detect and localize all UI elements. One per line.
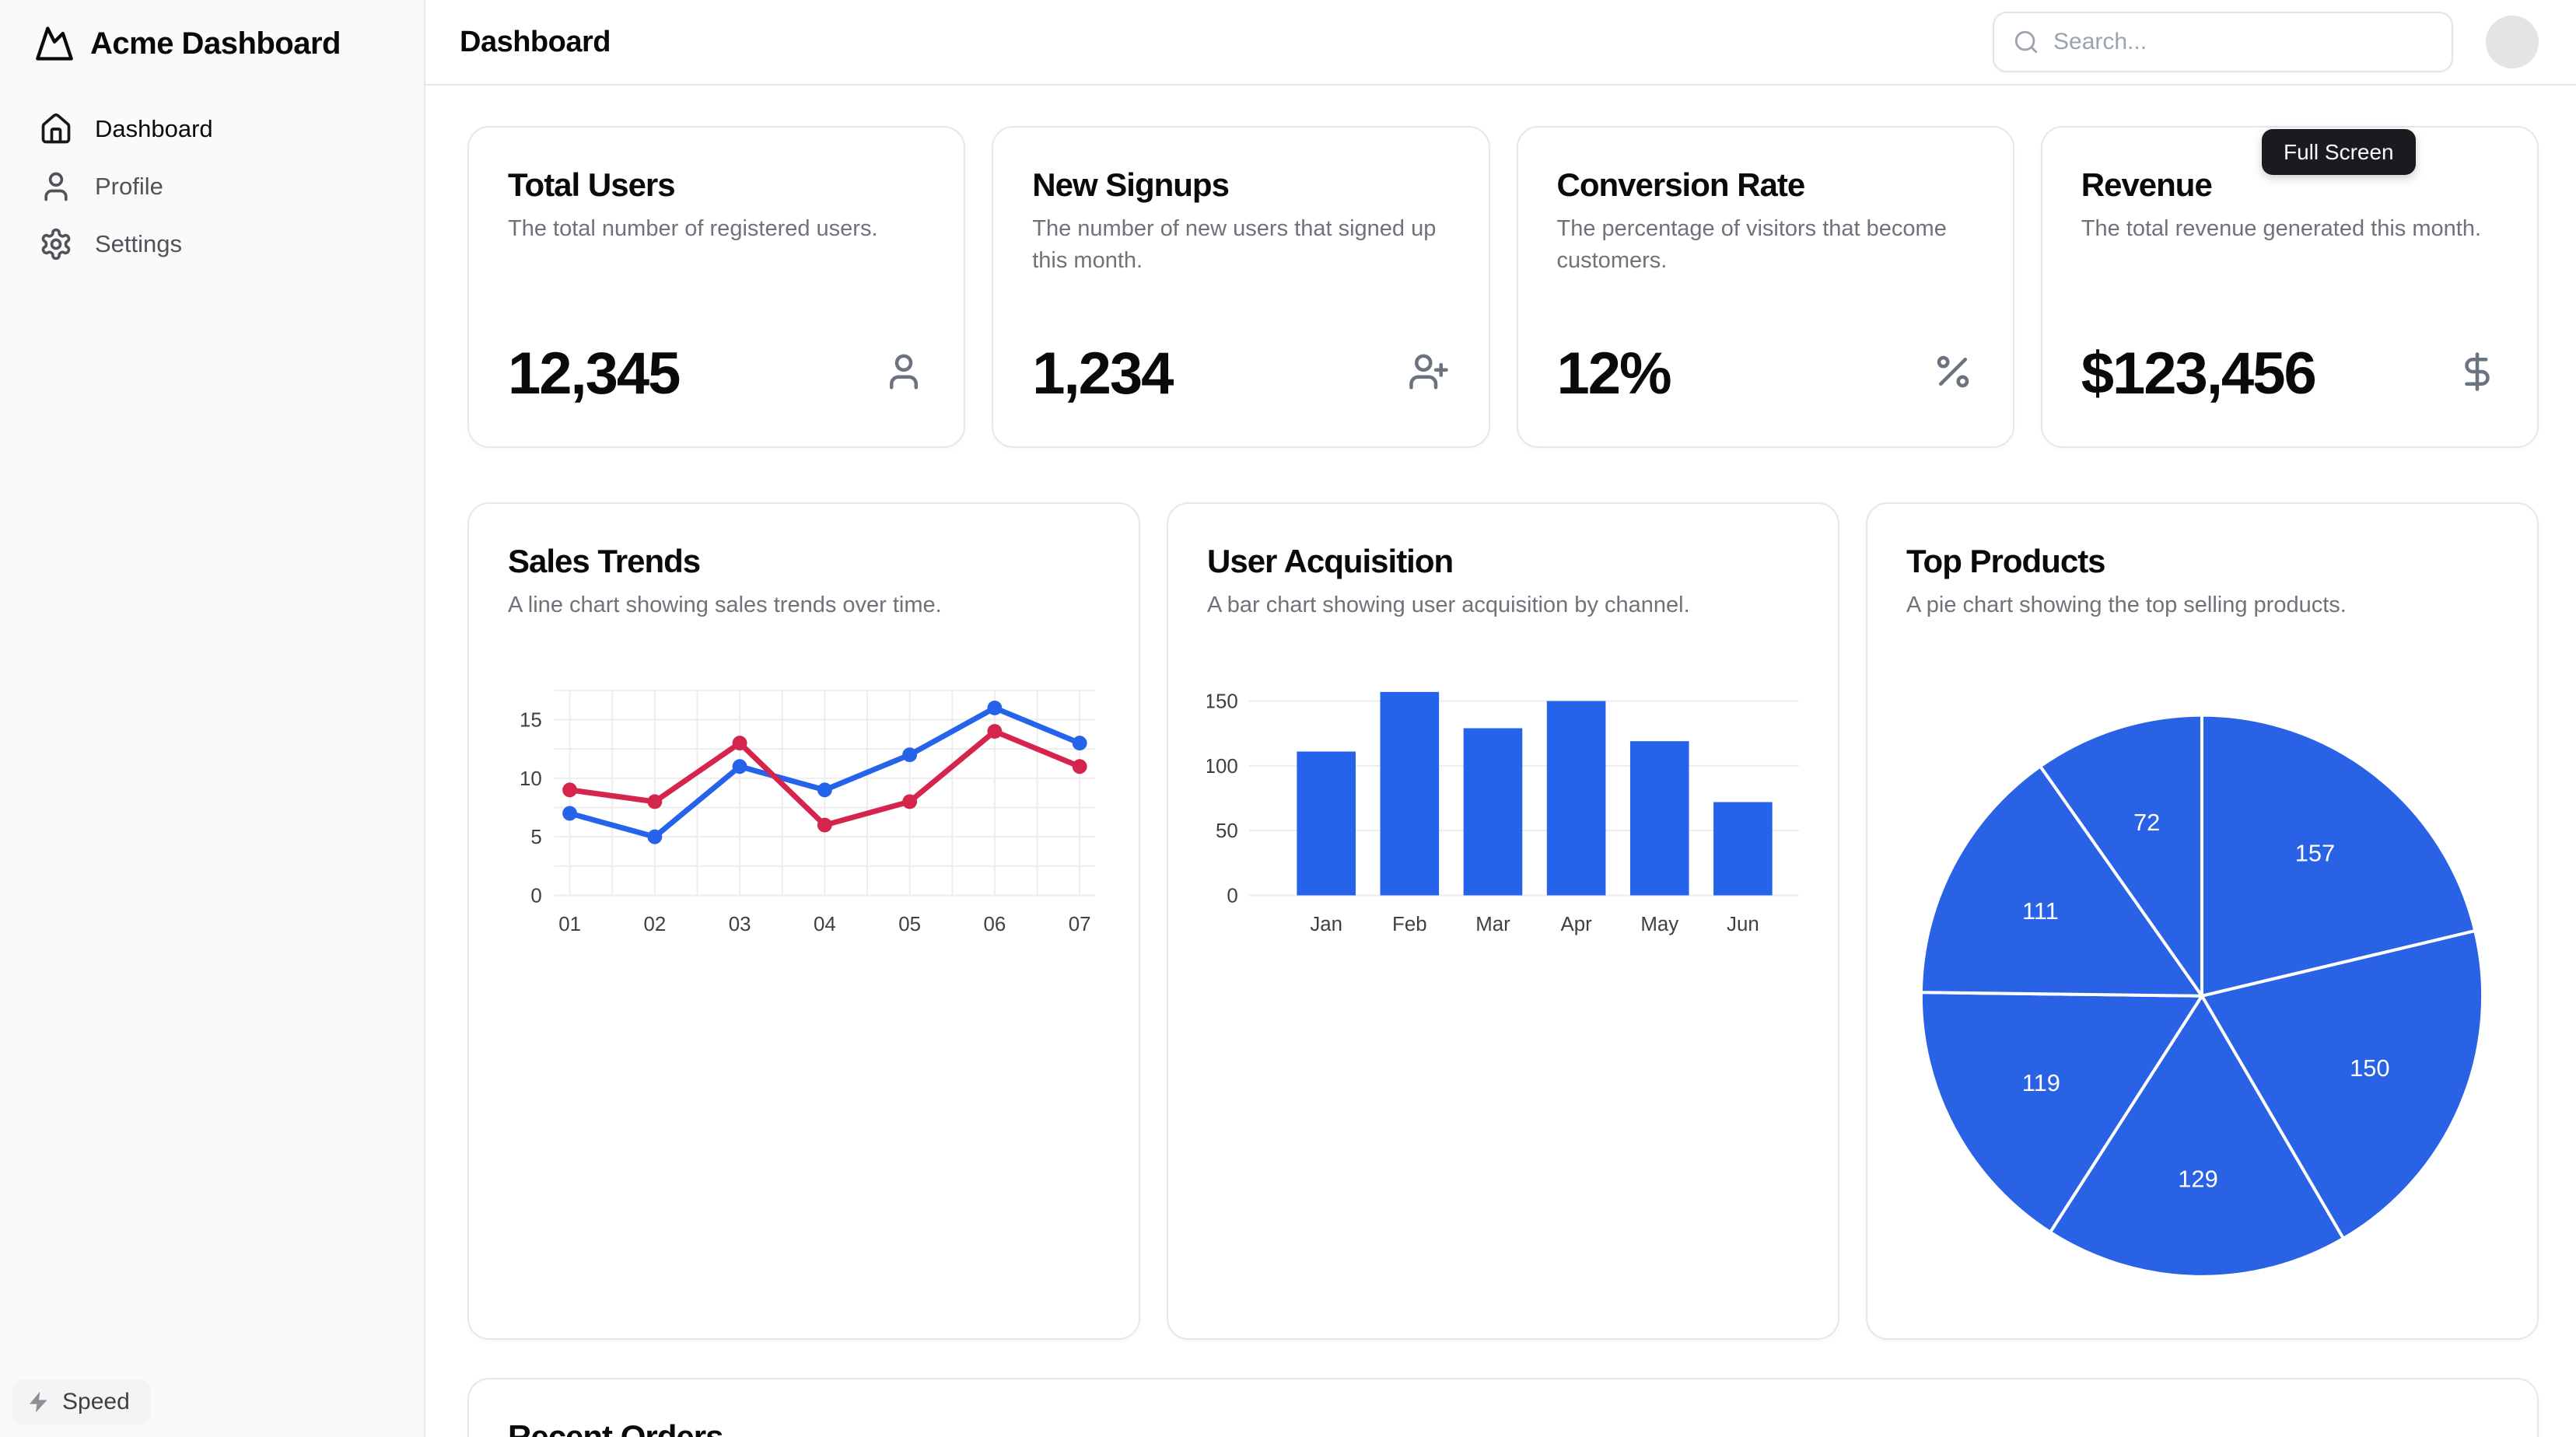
svg-text:0: 0	[1227, 886, 1237, 907]
svg-text:Jun: Jun	[1727, 914, 1759, 935]
stat-value: 12,345	[508, 340, 679, 407]
svg-text:Feb: Feb	[1392, 914, 1427, 935]
stat-description: The total revenue generated this month.	[2081, 213, 2498, 245]
dashboard-content: Total Users The total number of register…	[425, 86, 2576, 1437]
dollar-icon	[2456, 351, 2498, 397]
svg-text:72: 72	[2133, 809, 2160, 836]
full-screen-tooltip: Full Screen	[2262, 129, 2416, 175]
sales-trends-card: Sales Trends A line chart showing sales …	[467, 502, 1140, 1340]
chart-title: Sales Trends	[508, 543, 1100, 580]
home-icon	[39, 112, 73, 146]
svg-text:150: 150	[2350, 1054, 2389, 1082]
search-input[interactable]	[1993, 12, 2453, 72]
app-root: Acme Dashboard Dashboard Profile	[0, 0, 2576, 1437]
svg-text:157: 157	[2295, 840, 2335, 867]
stat-value: 1,234	[1032, 340, 1172, 407]
svg-text:5: 5	[530, 827, 541, 848]
recent-orders-card: Recent Orders	[467, 1378, 2539, 1437]
svg-text:Mar: Mar	[1475, 914, 1510, 935]
user-acquisition-card: User Acquisition A bar chart showing use…	[1167, 502, 1839, 1340]
header: Dashboard	[425, 0, 2576, 86]
svg-text:119: 119	[2022, 1069, 2060, 1096]
svg-text:01: 01	[558, 914, 581, 935]
sidebar-item-label: Profile	[95, 173, 163, 201]
avatar[interactable]	[2486, 16, 2539, 68]
chart-description: A line chart showing sales trends over t…	[508, 589, 1100, 621]
sidebar-item-settings[interactable]: Settings	[34, 219, 405, 269]
stat-card-total-users: Total Users The total number of register…	[467, 126, 965, 448]
brand-name: Acme Dashboard	[90, 26, 341, 61]
chart-description: A pie chart showing the top selling prod…	[1906, 589, 2498, 621]
search-box	[1993, 12, 2453, 72]
svg-text:05: 05	[898, 914, 921, 935]
svg-text:0: 0	[530, 886, 541, 907]
sidebar-item-profile[interactable]: Profile	[34, 162, 405, 212]
sidebar-item-label: Settings	[95, 230, 182, 258]
sidebar-item-label: Dashboard	[95, 115, 213, 143]
svg-text:04: 04	[814, 914, 836, 935]
stat-card-new-signups: New Signups The number of new users that…	[992, 126, 1489, 448]
svg-text:Apr: Apr	[1560, 914, 1592, 935]
svg-text:02: 02	[643, 914, 666, 935]
svg-text:Jan: Jan	[1310, 914, 1342, 935]
svg-text:May: May	[1640, 914, 1678, 935]
speed-insights-badge[interactable]: Speed	[12, 1379, 150, 1425]
stat-value: $123,456	[2081, 340, 2315, 407]
user-icon	[883, 351, 925, 397]
sidebar-nav: Dashboard Profile Settings	[34, 104, 405, 269]
sales-trends-line-chart: 05101501020304050607	[508, 684, 1100, 944]
search-icon	[2013, 29, 2039, 55]
stat-description: The percentage of visitors that become c…	[1557, 213, 1974, 277]
percent-icon	[1932, 351, 1974, 397]
svg-text:100: 100	[1207, 756, 1238, 778]
user-icon	[39, 170, 73, 204]
svg-text:50: 50	[1216, 820, 1238, 842]
charts-grid: Sales Trends A line chart showing sales …	[467, 502, 2539, 1323]
mountain-logo-icon	[34, 23, 75, 64]
stat-description: The number of new users that signed up t…	[1032, 213, 1449, 277]
stats-grid: Total Users The total number of register…	[467, 126, 2539, 448]
stat-title: Conversion Rate	[1557, 166, 1974, 204]
svg-text:15: 15	[520, 710, 542, 732]
page-title: Dashboard	[460, 26, 611, 59]
stat-value: 12%	[1557, 340, 1671, 407]
svg-text:06: 06	[983, 914, 1006, 935]
chart-title: Top Products	[1906, 543, 2498, 580]
stat-title: Total Users	[508, 166, 925, 204]
user-acquisition-bar-chart: 0 50 100 150 Jan Feb Mar Apr May Jun	[1207, 684, 1799, 944]
svg-text:150: 150	[1207, 691, 1238, 713]
stat-description: The total number of registered users.	[508, 213, 925, 245]
top-products-card: Top Products A pie chart showing the top…	[1866, 502, 2539, 1340]
gear-icon	[39, 227, 73, 261]
stat-card-conversion-rate: Conversion Rate The percentage of visito…	[1517, 126, 2014, 448]
sidebar-item-dashboard[interactable]: Dashboard	[34, 104, 405, 154]
stat-title: New Signups	[1032, 166, 1449, 204]
svg-text:129: 129	[2178, 1166, 2217, 1193]
svg-text:07: 07	[1069, 914, 1091, 935]
svg-text:111: 111	[2022, 897, 2059, 925]
speed-label: Speed	[62, 1389, 130, 1415]
chart-description: A bar chart showing user acquisition by …	[1207, 589, 1799, 621]
lightning-icon	[26, 1390, 51, 1414]
user-plus-icon	[1408, 351, 1450, 397]
svg-text:10: 10	[520, 768, 542, 790]
top-products-pie-chart: 157 150 129 119 111 72	[1906, 631, 2498, 1299]
main-area: Dashboard Total Users The total number o…	[425, 0, 2576, 1437]
brand: Acme Dashboard	[34, 23, 405, 64]
sidebar: Acme Dashboard Dashboard Profile	[0, 0, 425, 1437]
chart-title: User Acquisition	[1207, 543, 1799, 580]
recent-orders-title: Recent Orders	[508, 1418, 2498, 1437]
svg-text:03: 03	[729, 914, 751, 935]
